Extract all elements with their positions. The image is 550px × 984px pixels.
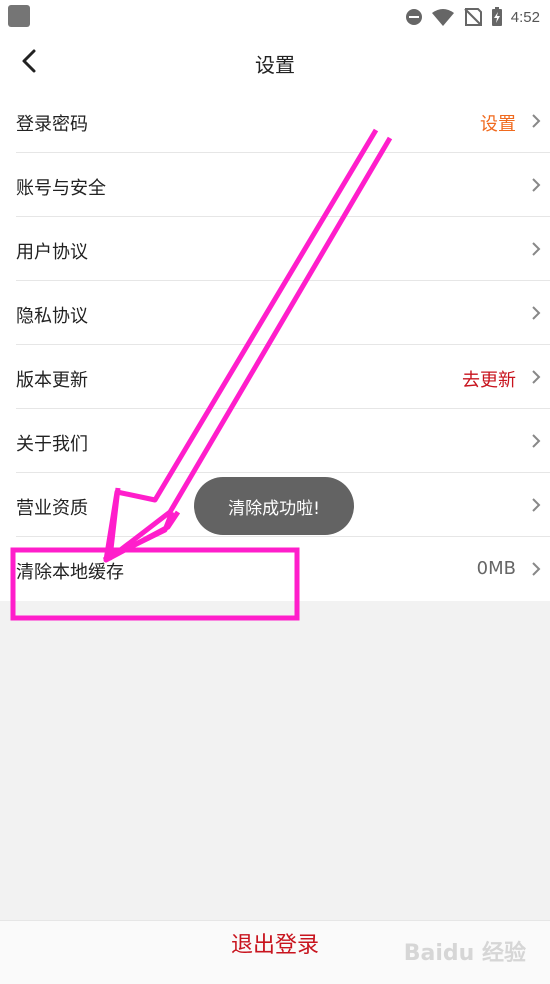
nav-bar: 设置 bbox=[0, 33, 550, 89]
row-label: 隐私协议 bbox=[16, 306, 88, 327]
toast-message: 清除成功啦! bbox=[194, 477, 354, 535]
settings-row-clear-cache[interactable]: 清除本地缓存 0MB bbox=[16, 537, 550, 601]
cache-size-value: 0MB bbox=[476, 558, 516, 579]
chevron-right-icon bbox=[532, 178, 541, 192]
no-sim-icon bbox=[464, 8, 482, 26]
settings-row-login-password[interactable]: 登录密码 设置 bbox=[16, 89, 550, 153]
chevron-right-icon bbox=[532, 242, 541, 256]
row-value: 设置 bbox=[480, 114, 516, 135]
row-label: 登录密码 bbox=[16, 114, 88, 135]
status-icons: 4:52 bbox=[405, 6, 540, 28]
settings-row-account-security[interactable]: 账号与安全 bbox=[16, 153, 550, 217]
row-label: 营业资质 bbox=[16, 498, 88, 519]
row-label: 账号与安全 bbox=[16, 178, 106, 199]
watermark: Baidu 经验 bbox=[403, 941, 526, 966]
chevron-right-icon bbox=[532, 498, 541, 512]
settings-row-about-us[interactable]: 关于我们 bbox=[16, 409, 550, 473]
status-bar: 4:52 bbox=[0, 0, 550, 33]
chevron-right-icon bbox=[532, 434, 541, 448]
row-label: 清除本地缓存 bbox=[16, 562, 124, 583]
settings-row-privacy-agreement[interactable]: 隐私协议 bbox=[16, 281, 550, 345]
wifi-icon bbox=[431, 9, 454, 26]
row-value: 去更新 bbox=[462, 370, 516, 391]
row-label: 关于我们 bbox=[16, 434, 88, 455]
app-notification-icon bbox=[8, 5, 30, 27]
row-label: 版本更新 bbox=[16, 370, 88, 391]
page-title: 设置 bbox=[255, 53, 295, 77]
row-label: 用户协议 bbox=[16, 242, 88, 263]
chevron-right-icon bbox=[532, 114, 541, 128]
settings-row-version-update[interactable]: 版本更新 去更新 bbox=[16, 345, 550, 409]
chevron-right-icon bbox=[532, 306, 541, 320]
battery-icon bbox=[491, 7, 502, 26]
settings-row-user-agreement[interactable]: 用户协议 bbox=[16, 217, 550, 281]
status-time: 4:52 bbox=[510, 8, 540, 26]
dnd-icon bbox=[405, 9, 422, 25]
chevron-right-icon bbox=[532, 370, 541, 384]
chevron-right-icon bbox=[532, 562, 541, 576]
